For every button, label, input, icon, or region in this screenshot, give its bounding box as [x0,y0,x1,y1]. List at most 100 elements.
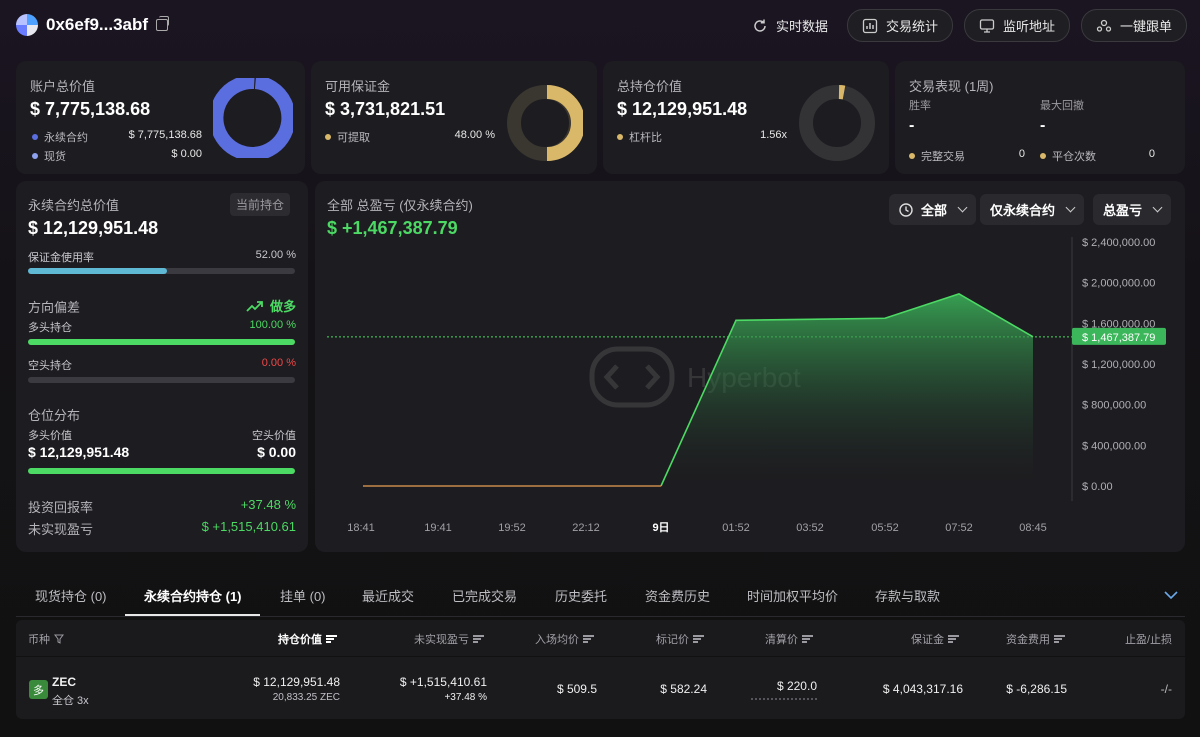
watch-address-label: 监听地址 [1003,19,1056,34]
perp-total-title: 永续合约总价值 [28,198,120,213]
perp-total-value: $ 12,129,951.48 [28,218,159,238]
cell-position-size: 20,833.25 ZEC [272,692,340,703]
tabs-divider [16,616,1185,617]
tab-funding-history[interactable]: 资金费历史 [645,586,710,605]
col-coin[interactable]: 币种 [28,631,64,647]
available-margin-value: $ 3,731,821.51 [325,99,446,119]
col-liq-price-label: 清算价 [765,634,798,646]
realtime-data-button[interactable]: 实时数据 [738,9,842,42]
x-tick-label: 18:41 [347,522,375,534]
tab-deposits-withdrawals[interactable]: 存款与取款 [875,586,940,605]
legend-perp-value: $ 7,775,138.68 [128,129,202,141]
direction-text: 做多 [269,299,296,314]
position-value-title: 总持仓价值 [617,79,683,94]
wallet-address: 0x6ef9...3abf [16,14,170,36]
cell-liq-price: $ 220.0 [776,679,817,693]
col-position-value-label: 持仓价值 [278,634,322,646]
legend-leverage-value: 1.56x [760,129,787,141]
tab-completed-trades[interactable]: 已完成交易 [452,586,517,605]
address-text: 0x6ef9...3abf [46,15,149,34]
filter-icon[interactable] [54,634,64,644]
sort-icon [948,635,959,643]
long-value-label: 多头价值 [28,430,72,442]
legend-perp: 永续合约 [32,129,88,145]
close-count-label: 平仓次数 [1052,151,1096,163]
legend-dot [32,134,38,140]
col-margin-label: 保证金 [911,634,944,646]
cell-pnl-percent: +37.48 % [444,692,487,703]
current-position-tag[interactable]: 当前持仓 [230,193,291,216]
short-position-bar [28,377,295,383]
margin-usage-value: 52.00 % [255,249,296,261]
available-margin-title: 可用保证金 [325,79,391,94]
margin-donut [507,85,583,161]
col-position-value[interactable]: 持仓价值 [278,631,337,647]
x-tick-label: 03:52 [796,522,824,534]
x-tick-label: 22:12 [572,522,600,534]
col-entry-price[interactable]: 入场均价 [535,631,594,647]
cell-funding: $ -6,286.15 [1006,682,1067,696]
col-funding[interactable]: 资金费用 [1006,631,1065,647]
col-mark-price[interactable]: 标记价 [656,631,704,647]
watch-address-button[interactable]: 监听地址 [964,9,1071,42]
col-unrealized-pnl-label: 未实现盈亏 [414,634,469,646]
position-donut [799,85,875,161]
legend-label: 永续合约 [44,132,88,144]
short-position-label: 空头持仓 [28,360,72,372]
distribution-bar [28,468,295,474]
trade-stats-button[interactable]: 交易统计 [847,9,954,42]
roi-label: 投资回报率 [28,500,94,515]
sort-icon [802,635,813,643]
tab-order-history[interactable]: 历史委托 [555,586,607,605]
sort-icon [583,635,594,643]
pnl-area [661,293,1033,486]
long-badge: 多 [29,680,48,699]
copy-trade-label: 一键跟单 [1120,19,1173,34]
x-tick-label: 01:52 [722,522,750,534]
y-tick-label: $ 0.00 [1082,481,1113,493]
legend-spot: 现货 [32,148,66,164]
legend-label: 可提取 [337,132,370,144]
short-value-label: 空头价值 [252,430,296,442]
col-margin[interactable]: 保证金 [911,631,959,647]
copy-trade-button[interactable]: 一键跟单 [1081,9,1188,42]
col-tpsl: 止盈/止损 [1125,631,1172,647]
win-rate-value: - [909,117,915,134]
short-position-value: 0.00 % [261,357,296,369]
tab-open-orders[interactable]: 挂单 (0) [280,586,326,605]
sort-icon [1054,635,1065,643]
performance-title: 交易表现 (1周) [909,79,994,94]
long-value-amount: $ 12,129,951.48 [28,444,130,460]
account-value: $ 7,775,138.68 [30,99,151,119]
completed-trades: 完整交易 [909,148,965,164]
margin-usage-label: 保证金使用率 [28,252,94,264]
legend-dot [325,134,331,140]
performance-card: 交易表现 (1周) 胜率 - 最大回撤 - 完整交易 0 平仓次数 0 [895,61,1185,174]
pnl-chart: Hyperbot $ 0.00$ 400,000.00$ 800,000.00$… [327,237,1166,534]
col-entry-price-label: 入场均价 [535,634,579,646]
tab-recent-fills[interactable]: 最近成交 [362,586,414,605]
tab-twap[interactable]: 时间加权平均价 [747,586,838,605]
distribution-label: 仓位分布 [28,408,81,423]
roi-value: +37.48 % [240,497,296,512]
account-value-card: 账户总价值 $ 7,775,138.68 永续合约 $ 7,775,138.68… [16,61,305,174]
sort-icon [693,635,704,643]
tab-perp-positions[interactable]: 永续合约持仓 (1) [144,586,242,605]
copy-icon[interactable] [156,16,170,31]
coin-name[interactable]: ZEC [52,675,76,689]
col-coin-label: 币种 [28,634,50,646]
y-tick-label: $ 2,000,000.00 [1082,278,1155,290]
cell-tpsl[interactable]: -/- [1161,682,1172,696]
col-tpsl-label: 止盈/止损 [1125,634,1173,646]
col-unrealized-pnl[interactable]: 未实现盈亏 [414,631,484,647]
long-position-value: 100.00 % [249,319,296,331]
tab-spot-positions[interactable]: 现货持仓 (0) [35,586,107,605]
col-liq-price[interactable]: 清算价 [765,631,813,647]
direction-label: 方向偏差 [28,300,81,315]
available-margin-card: 可用保证金 $ 3,731,821.51 可提取 48.00 % [311,61,597,174]
position-value-card: 总持仓价值 $ 12,129,951.48 杠杆比 1.56x [603,61,889,174]
close-count-value: 0 [1148,148,1155,160]
chevron-down-icon[interactable] [1164,590,1178,600]
position-value: $ 12,129,951.48 [617,99,748,119]
legend-spot-value: $ 0.00 [171,148,202,160]
